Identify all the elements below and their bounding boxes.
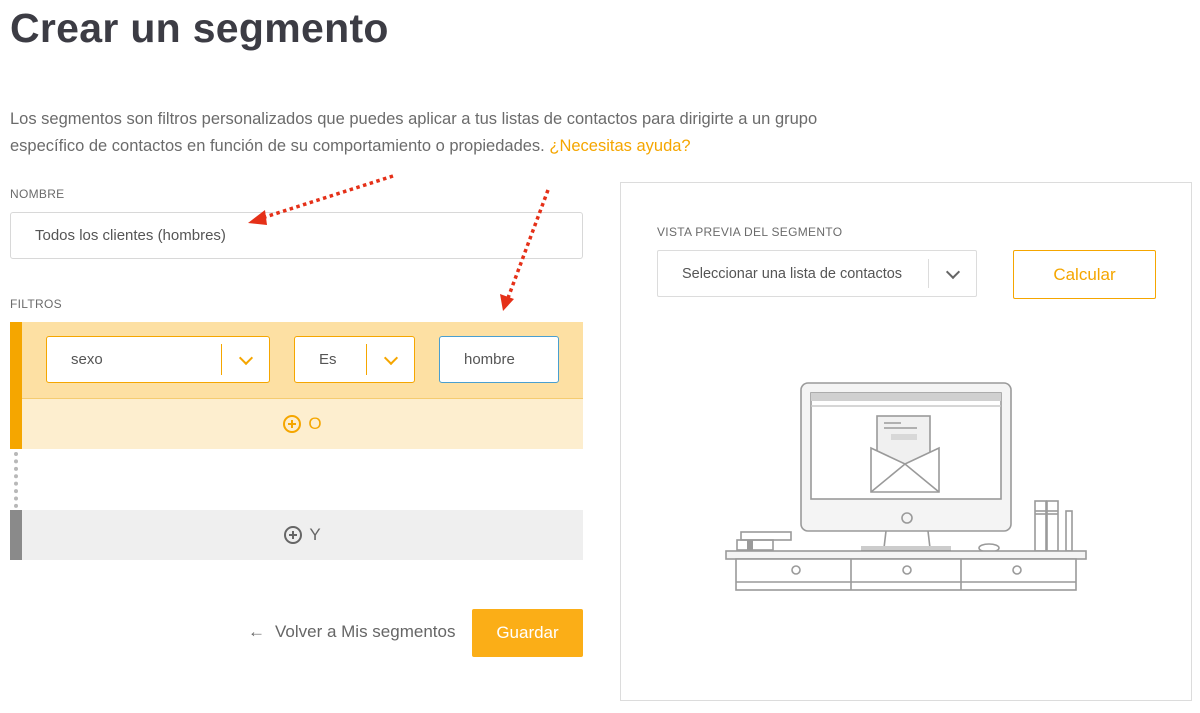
calculate-button[interactable]: Calcular [1013,250,1156,299]
select-separator [928,259,929,288]
annotation-arrowhead-1 [248,210,267,225]
chevron-down-icon [945,264,961,280]
desk-icon [725,550,1087,560]
contact-list-placeholder: Seleccionar una lista de contactos [682,265,903,282]
segment-preview-panel: VISTA PREVIA DEL SEGMENTO Seleccionar un… [620,182,1192,701]
preview-label: VISTA PREVIA DEL SEGMENTO [657,225,843,239]
annotation-arrowhead-2 [500,294,514,311]
contact-list-select[interactable]: Seleccionar una lista de contactos [657,250,977,297]
annotation-arrow-2 [506,189,550,299]
annotation-arrow-1 [261,174,394,220]
computer-desk-illustration [725,382,1087,591]
